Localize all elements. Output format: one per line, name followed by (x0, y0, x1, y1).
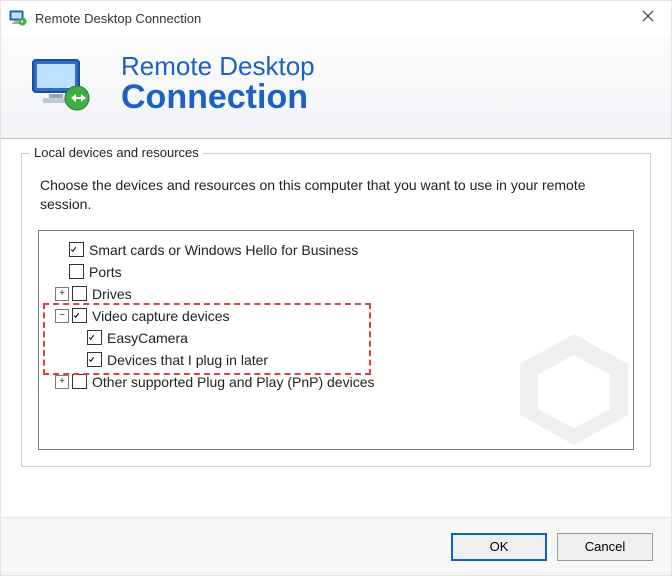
titlebar-text: Remote Desktop Connection (35, 11, 201, 26)
tree-label: EasyCamera (107, 330, 188, 346)
group-instruction: Choose the devices and resources on this… (40, 176, 632, 214)
checkbox-drives[interactable] (72, 286, 87, 301)
tree-label: Other supported Plug and Play (PnP) devi… (92, 374, 375, 390)
banner: Remote Desktop Connection (1, 35, 671, 138)
dialog-footer: OK Cancel (1, 517, 671, 575)
banner-title: Remote Desktop Connection (121, 53, 315, 116)
rdc-banner-icon (29, 56, 93, 112)
checkbox-ports[interactable] (69, 264, 84, 279)
checkbox-smart-cards[interactable] (69, 242, 84, 257)
checkbox-easycamera[interactable] (87, 330, 102, 345)
close-icon (642, 9, 654, 27)
tree-item-plug-later[interactable]: Devices that I plug in later (47, 349, 625, 371)
rdc-titlebar-icon (9, 9, 27, 27)
tree-item-ports[interactable]: Ports (47, 261, 625, 283)
close-button[interactable] (625, 1, 671, 35)
device-tree[interactable]: Smart cards or Windows Hello for Busines… (38, 230, 634, 450)
cancel-button[interactable]: Cancel (557, 533, 653, 561)
tree-label: Ports (89, 264, 122, 280)
tree-item-smart-cards[interactable]: Smart cards or Windows Hello for Busines… (47, 239, 625, 261)
tree-item-pnp[interactable]: + Other supported Plug and Play (PnP) de… (47, 371, 625, 393)
tree-item-easycamera[interactable]: EasyCamera (47, 327, 625, 349)
content-area: Local devices and resources Choose the d… (1, 139, 671, 517)
tree-label: Drives (92, 286, 132, 302)
expand-plus-icon[interactable]: + (55, 287, 69, 301)
groupbox-local-devices: Local devices and resources Choose the d… (21, 153, 651, 467)
titlebar: Remote Desktop Connection (1, 1, 671, 35)
expand-minus-icon[interactable]: − (55, 309, 69, 323)
rdc-dialog: Remote Desktop Connection Remote Desktop… (0, 0, 672, 576)
expand-plus-icon[interactable]: + (55, 375, 69, 389)
tree-label: Smart cards or Windows Hello for Busines… (89, 242, 358, 258)
tree-label: Video capture devices (92, 308, 230, 324)
tree-label: Devices that I plug in later (107, 352, 268, 368)
tree-item-drives[interactable]: + Drives (47, 283, 625, 305)
banner-line1: Remote Desktop (121, 53, 315, 80)
checkbox-pnp[interactable] (72, 374, 87, 389)
tree-item-video[interactable]: − Video capture devices (47, 305, 625, 327)
ok-button[interactable]: OK (451, 533, 547, 561)
checkbox-plug-later[interactable] (87, 352, 102, 367)
groupbox-label: Local devices and resources (30, 145, 203, 160)
checkbox-video[interactable] (72, 308, 87, 323)
banner-line2: Connection (121, 80, 315, 116)
